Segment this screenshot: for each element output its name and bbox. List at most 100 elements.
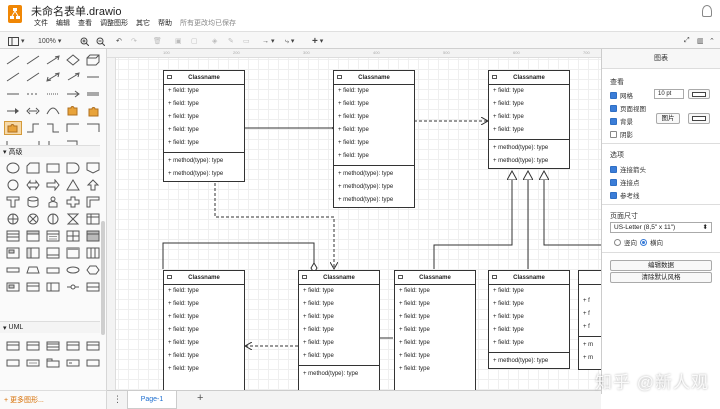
collapse-icon[interactable] [302, 275, 307, 279]
shadow-checkbox[interactable]: 阴影 [610, 129, 633, 139]
double-arrow-shape-icon[interactable] [44, 70, 62, 84]
grid-checkbox[interactable]: 网格 [610, 90, 633, 100]
uml-class-box[interactable]: Classname + field: type + field: type + … [394, 270, 476, 390]
collapse-icon[interactable]: ⌃ [709, 35, 715, 47]
uml-component-icon[interactable] [64, 356, 82, 370]
puzzle-shape-icon[interactable] [64, 104, 82, 118]
grid-size-input[interactable]: 10 pt [654, 89, 684, 99]
menu-extras[interactable]: 其它 [136, 18, 150, 28]
slider-shape-icon[interactable] [64, 280, 82, 294]
to-back-icon[interactable]: ▢ [191, 35, 198, 47]
uml-class-icon[interactable] [4, 339, 22, 353]
zoom-out-icon[interactable] [96, 35, 105, 47]
menu-arrange[interactable]: 调整图形 [100, 18, 128, 28]
menu-file[interactable]: 文件 [34, 18, 48, 28]
page-tab[interactable]: Page-1 [127, 391, 177, 409]
window-shape-icon[interactable] [24, 280, 42, 294]
panel-toggle-icon[interactable]: ▾ [8, 35, 25, 47]
portrait-radio[interactable]: 竖向 [614, 237, 637, 247]
radio-unchecked-icon[interactable] [614, 238, 621, 246]
user-icon[interactable] [702, 5, 712, 17]
arrow-right-icon[interactable] [64, 87, 82, 101]
uml-class-icon[interactable] [44, 339, 62, 353]
radio-checked-icon[interactable] [640, 238, 647, 246]
delete-icon[interactable]: 🗑 [153, 35, 162, 47]
checkbox-checked-icon[interactable] [610, 104, 617, 112]
puzzle-shape-icon[interactable] [84, 104, 102, 118]
dotted-line-icon[interactable] [44, 87, 62, 101]
uml-package-icon[interactable] [44, 356, 62, 370]
clear-style-button[interactable]: 清除默认风格 [610, 272, 712, 283]
circle-shape-icon[interactable] [4, 178, 22, 192]
collapse-icon[interactable] [167, 275, 172, 279]
double-line-icon[interactable] [84, 87, 102, 101]
xor-shape-icon[interactable] [24, 212, 42, 226]
uml-class-box[interactable]: Classname + field: type + field: type + … [163, 270, 245, 390]
lollipop-shape-icon[interactable] [44, 212, 62, 226]
collapse-icon[interactable] [492, 75, 497, 79]
process-shape-icon[interactable] [44, 161, 62, 175]
checkbox-unchecked-icon[interactable] [610, 130, 617, 138]
step-connector-icon[interactable] [84, 121, 102, 135]
uml-class-box[interactable]: Classname + field: type + field: type + … [298, 270, 380, 390]
pages-menu-icon[interactable]: ⋮ [113, 394, 122, 405]
delay-shape-icon[interactable] [64, 161, 82, 175]
window-shape-icon[interactable] [64, 246, 82, 260]
manual-input-icon[interactable] [44, 263, 62, 277]
redo-icon[interactable]: ↷ [131, 35, 137, 47]
paper-size-select[interactable]: US-Letter (8,5" x 11") ⬍ [610, 222, 712, 233]
corner-shape-icon[interactable] [84, 195, 102, 209]
trapezoid-shape-icon[interactable] [24, 263, 42, 277]
connection-style-icon[interactable]: → ▾ [262, 35, 274, 47]
diagram-canvas[interactable]: Classname + field: type + field: type + … [107, 49, 601, 390]
elbow-connector-icon[interactable] [24, 121, 42, 135]
elbow-connector-icon[interactable] [44, 121, 62, 135]
connection-arrows-checkbox[interactable]: 连接箭头 [610, 164, 646, 174]
arrow-shape-icon[interactable] [44, 53, 62, 67]
up-arrow-shape-icon[interactable] [84, 178, 102, 192]
section-advanced-header[interactable]: ▾ 高级 [0, 145, 100, 157]
menu-edit[interactable]: 编辑 [56, 18, 70, 28]
container-shape-icon[interactable] [24, 229, 42, 243]
cube-shape-icon[interactable] [84, 53, 102, 67]
dashed-line-icon[interactable] [24, 87, 42, 101]
cylinder-shape-icon[interactable] [24, 195, 42, 209]
collate-shape-icon[interactable] [64, 212, 82, 226]
line-shape-icon[interactable] [24, 53, 42, 67]
background-color-button[interactable] [688, 113, 710, 124]
window-shape-icon[interactable] [44, 280, 62, 294]
connection-points-checkbox[interactable]: 连接点 [610, 177, 640, 187]
link-shape-icon[interactable] [84, 70, 102, 84]
grid-shape-icon[interactable] [84, 212, 102, 226]
fill-color-icon[interactable]: ◈ [212, 35, 217, 47]
uml-class-box[interactable]: Classname + field: type + field: type + … [333, 70, 415, 208]
collapse-icon[interactable] [337, 75, 342, 79]
table-shape-icon[interactable] [64, 229, 82, 243]
shadow-icon[interactable]: ▭ [243, 35, 250, 47]
uml-object-icon[interactable] [84, 356, 102, 370]
checkbox-checked-icon[interactable] [610, 165, 617, 173]
checkbox-checked-icon[interactable] [610, 117, 617, 125]
arrow-shape-icon[interactable] [64, 70, 82, 84]
cross-shape-icon[interactable] [64, 195, 82, 209]
window-shape-icon[interactable] [4, 280, 22, 294]
highlighted-shape-icon[interactable] [4, 121, 22, 135]
uml-class-box[interactable]: Classname + field: type + field: type + … [488, 270, 570, 369]
document-title[interactable]: 未命名表单.drawio [31, 3, 121, 19]
image-button[interactable]: 图片 [656, 113, 680, 124]
menu-help[interactable]: 帮助 [158, 18, 172, 28]
undo-icon[interactable]: ↶ [116, 35, 122, 47]
ellipse-shape-icon[interactable] [4, 161, 22, 175]
shapes-scrollbar[interactable] [101, 221, 105, 335]
uml-text-icon[interactable] [24, 356, 42, 370]
guides-checkbox[interactable]: 参考线 [610, 190, 640, 200]
add-page-icon[interactable]: + [197, 392, 203, 404]
landscape-radio[interactable]: 横向 [640, 237, 663, 247]
grid-color-button[interactable] [688, 89, 710, 99]
card-shape-icon[interactable] [44, 246, 62, 260]
edit-data-button[interactable]: 编辑数据 [610, 260, 712, 271]
left-right-arrow-icon[interactable] [24, 178, 42, 192]
to-front-icon[interactable]: ▣ [175, 35, 182, 47]
background-checkbox[interactable]: 背景 [610, 116, 633, 126]
panel-shape-icon[interactable] [24, 246, 42, 260]
